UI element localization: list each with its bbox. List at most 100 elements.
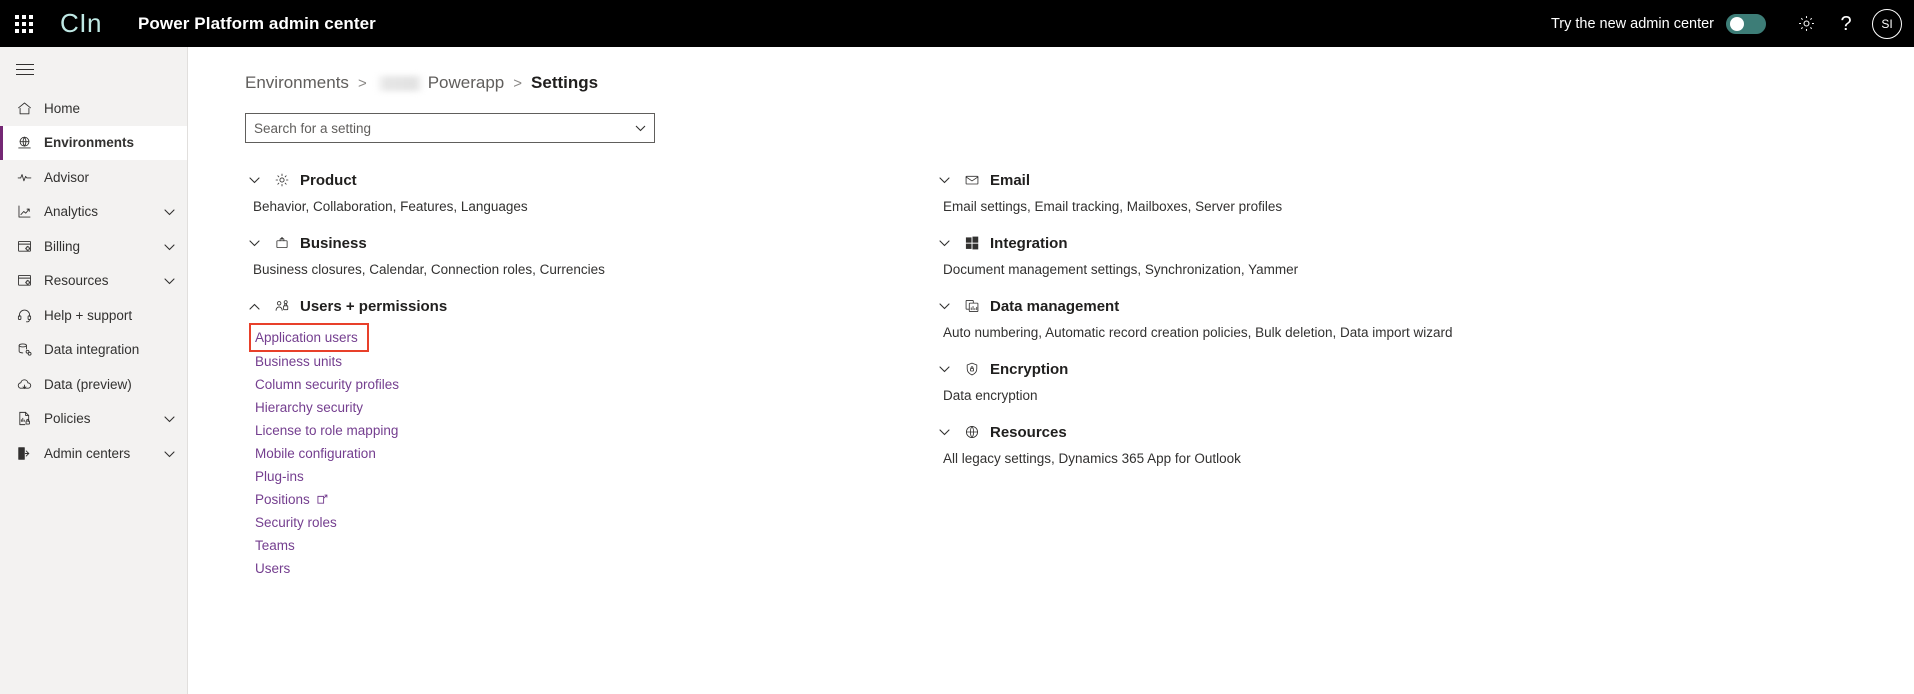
section-title: Resources [990,423,1067,441]
briefcase-icon [273,234,291,252]
settings-section: Users + permissions Application users Busi… [245,295,895,580]
top-bar-right: Try the new admin center ? SI [1551,0,1914,47]
breadcrumb-item-environments[interactable]: Environments [245,73,349,93]
sidebar-item-label: Data integration [44,342,140,358]
chevron-down-icon[interactable] [935,428,953,436]
settings-link-label: Plug-ins [255,469,304,484]
chevron-down-icon[interactable] [935,176,953,184]
settings-link-plug-ins[interactable]: Plug-ins [253,465,306,488]
avatar[interactable]: SI [1872,8,1902,39]
list-item: Positions [253,488,895,511]
settings-link-positions[interactable]: Positions [253,488,330,511]
section-header-encryption[interactable]: Encryption [935,358,1585,380]
search-input[interactable] [246,114,626,142]
section-header-users-permissions[interactable]: Users + permissions [245,295,895,317]
chevron-down-icon[interactable] [164,239,175,254]
breadcrumb-separator: > [513,74,523,92]
section-header-resources[interactable]: Resources [935,421,1585,443]
settings-link-column-security-profiles[interactable]: Column security profiles [253,373,401,396]
breadcrumb-item-settings[interactable]: Settings [531,73,598,93]
chevron-down-icon[interactable] [935,302,953,310]
data-cloud-icon [14,374,34,394]
headset-icon [14,305,34,325]
chevron-down-icon[interactable] [245,176,263,184]
sidebar-item-advisor[interactable]: Advisor [0,160,187,195]
settings-link-license-to-role-mapping[interactable]: License to role mapping [253,419,400,442]
sidebar-item-analytics[interactable]: Analytics [0,195,187,230]
chevron-down-icon[interactable] [626,114,654,142]
envelope-icon [963,171,981,189]
settings-section: Integration Document management settings,… [935,232,1585,277]
settings-link-users[interactable]: Users [253,557,292,580]
windows-icon [963,234,981,252]
billing-icon [14,236,34,256]
search-setting-box[interactable] [245,113,655,143]
gear-icon [273,171,291,189]
settings-section: Business Business closures, Calendar, Con… [245,232,895,277]
sidebar-item-policies[interactable]: Policies [0,402,187,437]
settings-link-mobile-configuration[interactable]: Mobile configuration [253,442,378,465]
section-header-integration[interactable]: Integration [935,232,1585,254]
analytics-icon [14,202,34,222]
list-item: Business units [253,350,895,373]
settings-link-security-roles[interactable]: Security roles [253,511,339,534]
sidebar-item-resources[interactable]: Resources [0,264,187,299]
sidebar-item-billing[interactable]: Billing [0,229,187,264]
globe-icon [963,423,981,441]
section-header-data-management[interactable]: Data management [935,295,1585,317]
breadcrumb: Environments > Powerapp > Settings [245,73,1914,93]
sidebar-item-label: Resources [44,273,109,289]
sidebar-item-label: Billing [44,238,81,254]
breadcrumb-item-powerapp[interactable]: Powerapp [428,73,505,93]
section-description: Document management settings, Synchroniz… [943,262,1299,277]
sidebar-item-label: Policies [44,411,91,427]
sidebar-item-home[interactable]: Home [0,91,187,126]
gear-icon[interactable] [1786,0,1826,47]
settings-link-teams[interactable]: Teams [253,534,297,557]
section-header-business[interactable]: Business [245,232,895,254]
chevron-down-icon[interactable] [935,239,953,247]
home-icon [14,98,34,118]
chevron-down-icon[interactable] [164,446,175,461]
sidebar-item-data-preview[interactable]: Data (preview) [0,367,187,402]
chevron-up-icon[interactable] [245,303,263,310]
chevron-down-icon[interactable] [164,411,175,426]
hamburger-icon[interactable] [0,47,187,91]
chevron-down-icon[interactable] [245,239,263,247]
sidebar-item-label: Help + support [44,307,133,323]
shield-lock-icon [963,360,981,378]
admin-centers-icon [14,443,34,463]
help-icon[interactable]: ? [1826,0,1866,47]
list-item: Mobile configuration [253,442,895,465]
try-new-admin-center-toggle[interactable] [1726,13,1766,34]
settings-link-business-units[interactable]: Business units [253,350,344,373]
app-launcher-icon[interactable] [0,0,48,47]
sidebar-item-environments[interactable]: Environments [0,125,187,160]
app-title: Power Platform admin center [137,13,376,33]
chevron-down-icon[interactable] [935,365,953,373]
settings-link-hierarchy-security[interactable]: Hierarchy security [253,396,365,419]
section-title: Data management [990,297,1120,315]
sidebar-item-admin-centers[interactable]: Admin centers [0,436,187,471]
settings-link-label: Business units [255,354,343,369]
sidebar-item-data-integration[interactable]: Data integration [0,333,187,368]
chevron-down-icon[interactable] [164,204,175,219]
chevron-down-icon[interactable] [164,273,175,288]
settings-link-label: Hierarchy security [255,400,364,415]
settings-section: Encryption Data encryption [935,358,1585,403]
section-description: Auto numbering, Automatic record creatio… [943,325,1453,340]
section-description: Business closures, Calendar, Connection … [253,262,605,277]
sidebar-item-label: Home [44,100,81,116]
section-header-product[interactable]: Product [245,169,895,191]
settings-column-right: Email Email settings, Email tracking, Mai… [935,169,1585,598]
sidebar-item-help-support[interactable]: Help + support [0,298,187,333]
settings-link-application-users[interactable]: Application users [249,323,369,352]
settings-link-label: Application users [255,330,358,345]
section-header-email[interactable]: Email [935,169,1585,191]
section-link-list: Application users Business units Column se… [249,323,895,580]
list-item: Application users [249,323,895,352]
data-management-icon [963,297,981,315]
settings-link-label: Mobile configuration [255,446,376,461]
settings-section: Product Behavior, Collaboration, Features… [245,169,895,214]
section-title: Integration [990,234,1068,252]
